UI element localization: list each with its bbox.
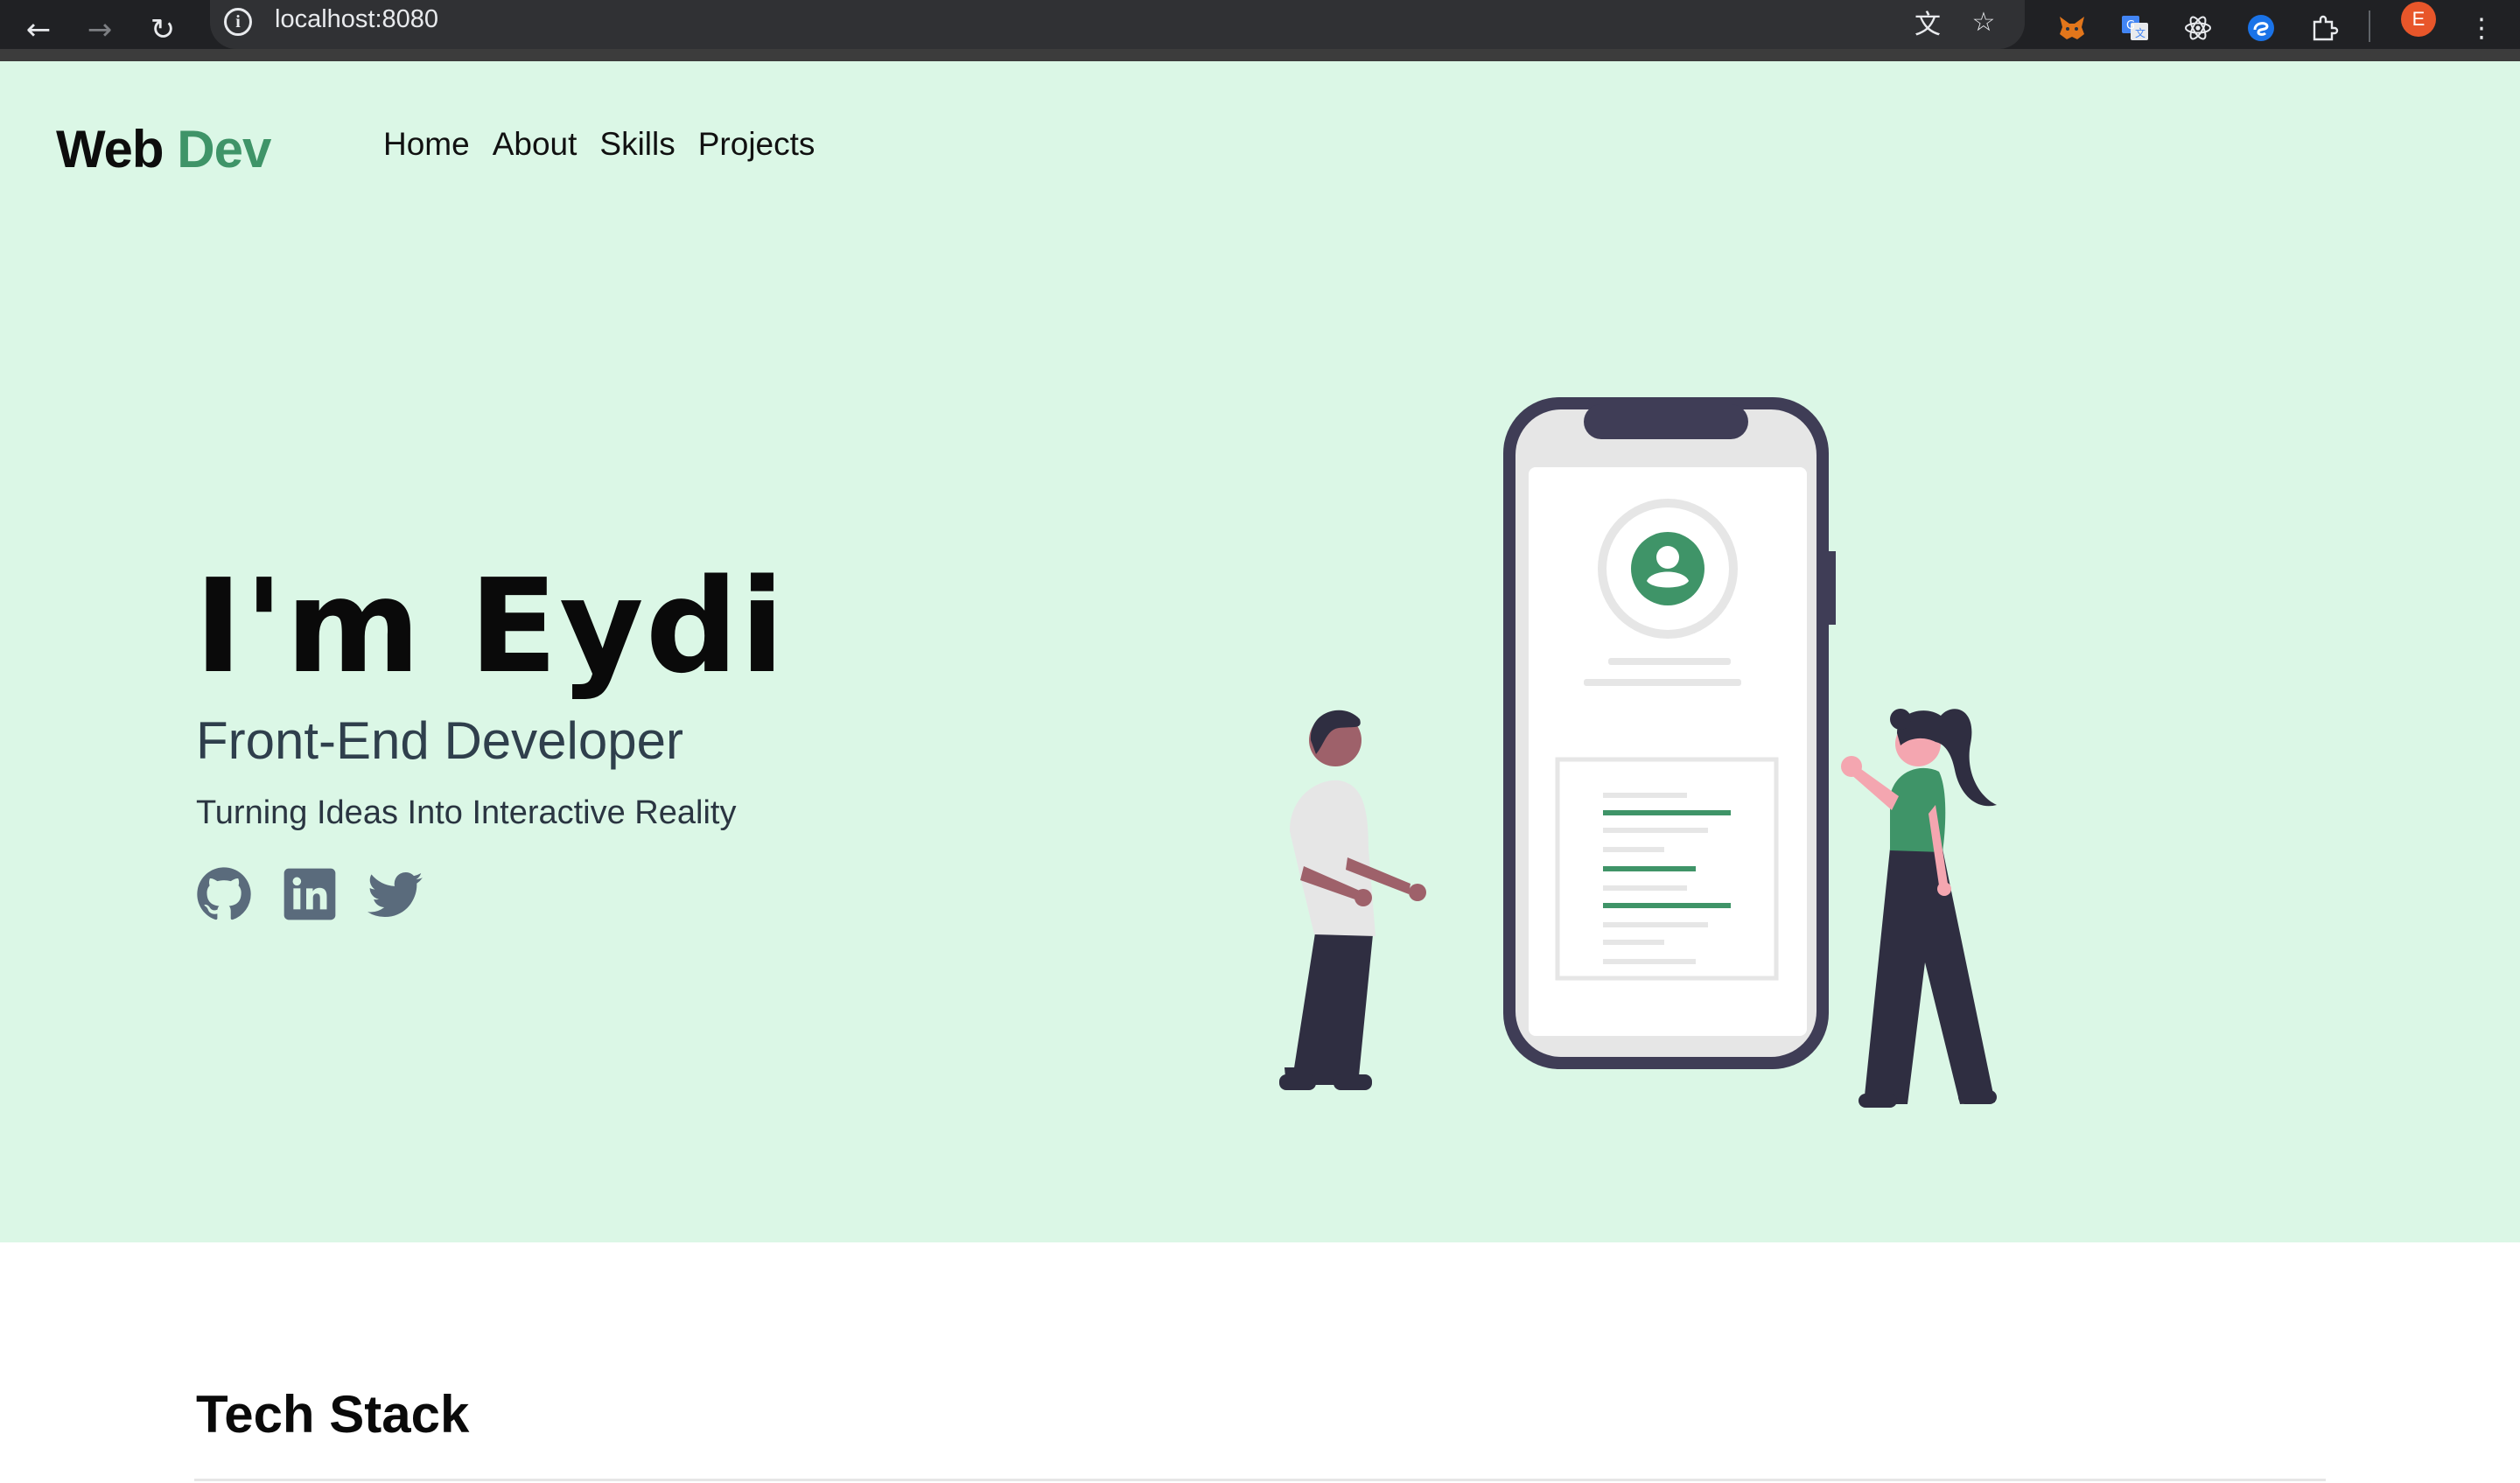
social-links [196, 866, 424, 922]
man-figure [1279, 710, 1426, 1090]
react-devtools-icon[interactable] [2174, 3, 2222, 52]
hero-section: Web Dev Home About Skills Projects I'm E… [0, 61, 2520, 1242]
linkedin-icon[interactable] [282, 866, 338, 922]
back-icon[interactable]: ← [14, 5, 63, 54]
site-logo[interactable]: Web Dev [56, 119, 271, 179]
browser-menu-icon[interactable]: ⋮ [2457, 3, 2506, 52]
translate-icon[interactable]: 文 [1906, 0, 1950, 44]
extensions-puzzle-icon[interactable] [2300, 3, 2348, 52]
forward-icon[interactable]: → [75, 5, 124, 54]
reload-icon[interactable]: ↻ [138, 5, 187, 54]
nav-home[interactable]: Home [383, 126, 470, 163]
twitter-icon[interactable] [368, 866, 424, 922]
svg-text:文: 文 [2135, 26, 2146, 39]
hero-tagline: Turning Ideas Into Interactive Reality [196, 794, 737, 831]
woman-figure [1841, 709, 1997, 1108]
tech-stack-title: Tech Stack [196, 1385, 470, 1444]
phone-notch [1584, 404, 1748, 439]
chrome-divider [0, 49, 2520, 61]
logo-dev: Dev [177, 120, 271, 178]
address-bar[interactable]: i localhost:8080 文 ☆ [210, 0, 2025, 49]
site-info-icon[interactable]: i [224, 8, 252, 36]
section-divider [194, 1479, 2326, 1481]
toolbar-separator [2369, 10, 2370, 42]
profile-avatar[interactable]: E [2401, 2, 2436, 37]
svg-text:G: G [2126, 19, 2135, 32]
url-text[interactable]: localhost:8080 [275, 5, 438, 34]
main-nav: Home About Skills Projects [383, 126, 815, 163]
logo-web: Web [56, 120, 164, 178]
nav-projects[interactable]: Projects [698, 126, 816, 163]
hero-illustration [1279, 397, 1997, 1108]
google-translate-extension-icon[interactable]: G文 [2110, 3, 2160, 52]
metamask-extension-icon[interactable] [2048, 3, 2096, 52]
hero-role: Front-End Developer [196, 711, 683, 770]
github-icon[interactable] [196, 866, 252, 922]
hero-title: I'm Eydi [194, 551, 787, 702]
bookmark-star-icon[interactable]: ☆ [1962, 0, 2006, 44]
nav-about[interactable]: About [493, 126, 578, 163]
phone-side-button [1829, 551, 1836, 625]
blue-swirl-extension-icon[interactable] [2236, 3, 2286, 52]
nav-skills[interactable]: Skills [599, 126, 675, 163]
